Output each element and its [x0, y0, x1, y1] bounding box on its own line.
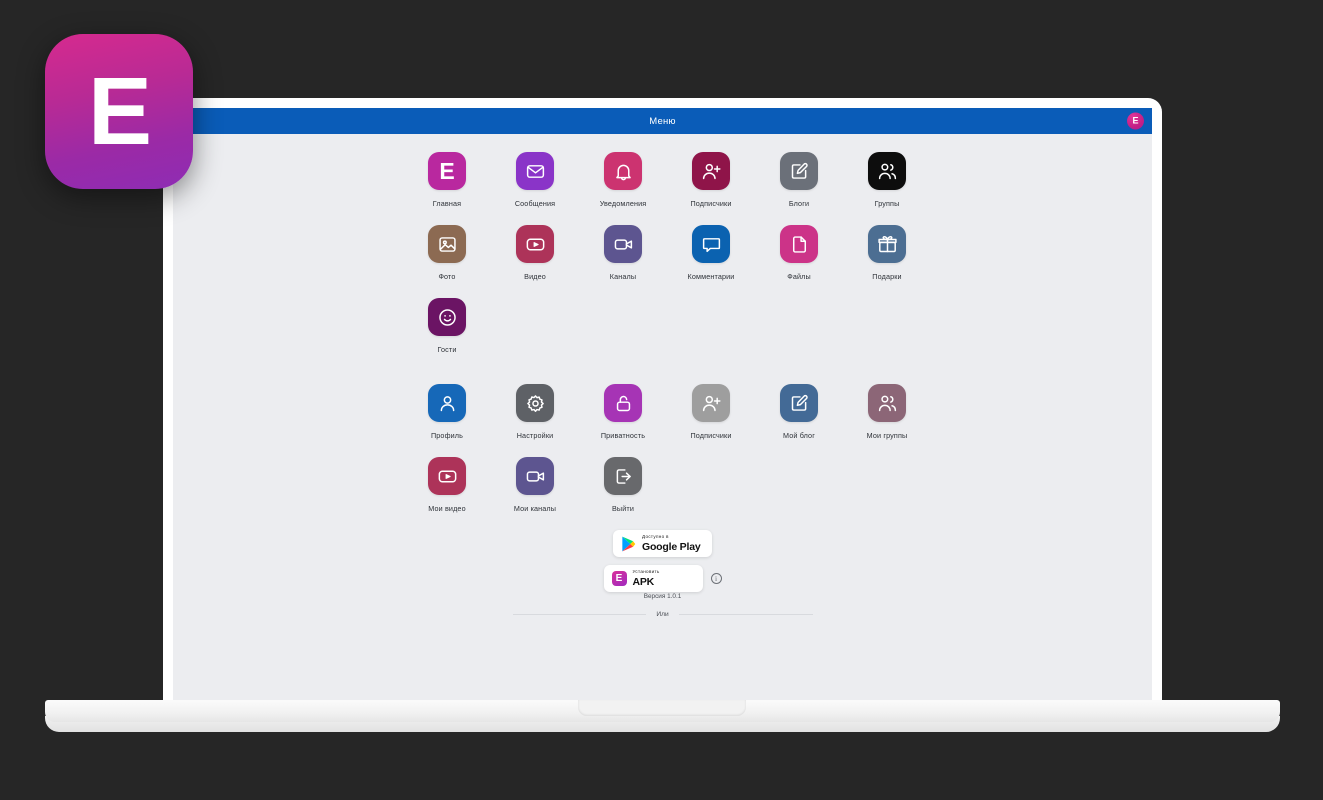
- menu-tile-label: Блоги: [788, 199, 810, 208]
- store-area: Доступно в Google Play E Установить APK: [173, 530, 1152, 618]
- google-play-title: Google Play: [642, 540, 701, 553]
- laptop-screen-frame: Меню E E Главная Сообщения Уведомления Подпи…: [163, 98, 1162, 700]
- menu-tile-label: Уведомления: [599, 199, 647, 208]
- menu-tile-label: Мои каналы: [513, 504, 557, 513]
- apk-download-button[interactable]: E Установить APK: [603, 565, 703, 592]
- image-icon: [428, 225, 466, 263]
- menu-tile[interactable]: E Главная: [403, 152, 491, 208]
- screenshot-stage: Меню E E Главная Сообщения Уведомления Подпи…: [0, 0, 1323, 800]
- menu-tile-label: Сообщения: [514, 199, 556, 208]
- laptop-trackpad-notch: [578, 700, 746, 716]
- menu-tile[interactable]: Гости: [403, 298, 491, 354]
- user-icon: [428, 384, 466, 422]
- menu-tile-label: Гости: [437, 345, 457, 354]
- gear-icon: [516, 384, 554, 422]
- menu-row: Гости: [173, 298, 1152, 354]
- menu-tile-label: Комментарии: [687, 272, 735, 281]
- logo-e-icon: E: [428, 152, 466, 190]
- users-icon: [868, 384, 906, 422]
- users-icon: [868, 152, 906, 190]
- menu-tile-label: Мои видео: [428, 504, 466, 513]
- menu-tile[interactable]: Подарки: [843, 225, 931, 281]
- page-title: Меню: [649, 115, 676, 127]
- edit-square-icon: [780, 384, 818, 422]
- menu-tile-label: Главная: [432, 199, 462, 208]
- chat-bubble-icon: [692, 225, 730, 263]
- menu-tile[interactable]: Группы: [843, 152, 931, 208]
- app-logo-letter: E: [87, 57, 152, 165]
- menu-tile[interactable]: Настройки: [491, 384, 579, 440]
- user-plus-icon: [692, 384, 730, 422]
- envelope-icon: [516, 152, 554, 190]
- menu-tile-label: Видео: [524, 272, 546, 281]
- app-viewport: Меню E E Главная Сообщения Уведомления Подпи…: [173, 108, 1152, 700]
- menu-tile[interactable]: Комментарии: [667, 225, 755, 281]
- menu-tile[interactable]: Уведомления: [579, 152, 667, 208]
- menu-tile-label: Подписчики: [690, 199, 732, 208]
- menu-grid-personal: Профиль Настройки Приватность Подписчики Мой…: [173, 384, 1152, 513]
- menu-tile[interactable]: Мои каналы: [491, 457, 579, 513]
- avatar[interactable]: E: [1127, 112, 1144, 130]
- menu-tile-label: Фото: [438, 272, 456, 281]
- bell-icon: [604, 152, 642, 190]
- menu-tile[interactable]: Мои видео: [403, 457, 491, 513]
- apk-row: E Установить APK i: [603, 565, 722, 592]
- video-play-icon: [516, 225, 554, 263]
- gift-icon: [868, 225, 906, 263]
- menu-tile-label: Приватность: [600, 431, 646, 440]
- menu-tile[interactable]: Видео: [491, 225, 579, 281]
- apk-subtitle: Установить: [632, 568, 660, 574]
- menu-tile[interactable]: Файлы: [755, 225, 843, 281]
- menu-tile-label: Файлы: [787, 272, 811, 281]
- camcorder-icon: [516, 457, 554, 495]
- menu-row: E Главная Сообщения Уведомления Подписчики Бл…: [173, 152, 1152, 208]
- menu-content: E Главная Сообщения Уведомления Подписчики Бл…: [173, 134, 1152, 700]
- apk-logo-icon: E: [611, 571, 627, 586]
- menu-tile-label: Группы: [874, 199, 900, 208]
- menu-row: Мои видео Мои каналы Выйти: [173, 457, 1152, 513]
- edit-square-icon: [780, 152, 818, 190]
- camcorder-icon: [604, 225, 642, 263]
- divider-line-left: [512, 614, 647, 615]
- menu-tile[interactable]: Сообщения: [491, 152, 579, 208]
- menu-tile[interactable]: Фото: [403, 225, 491, 281]
- info-icon[interactable]: i: [710, 573, 722, 584]
- menu-tile[interactable]: Каналы: [579, 225, 667, 281]
- or-divider: Или: [512, 611, 813, 618]
- menu-tile[interactable]: Подписчики: [667, 152, 755, 208]
- menu-tile[interactable]: Мои группы: [843, 384, 931, 440]
- menu-tile-label: Подписчики: [690, 431, 732, 440]
- menu-tile[interactable]: Мой блог: [755, 384, 843, 440]
- menu-tile-label: Выйти: [611, 504, 635, 513]
- smiley-icon: [428, 298, 466, 336]
- menu-tile[interactable]: Выйти: [579, 457, 667, 513]
- file-icon: [780, 225, 818, 263]
- menu-tile-label: Мой блог: [783, 431, 815, 440]
- menu-tile[interactable]: Приватность: [579, 384, 667, 440]
- video-play-icon: [428, 457, 466, 495]
- divider-label: Или: [656, 611, 669, 618]
- user-plus-icon: [692, 152, 730, 190]
- version-label: Версия 1.0.1: [643, 593, 682, 600]
- menu-tile[interactable]: Профиль: [403, 384, 491, 440]
- logout-icon: [604, 457, 642, 495]
- app-logo: E: [45, 34, 193, 189]
- menu-tile[interactable]: Блоги: [755, 152, 843, 208]
- menu-tile[interactable]: Подписчики: [667, 384, 755, 440]
- menu-grid-main: E Главная Сообщения Уведомления Подписчики Бл…: [173, 152, 1152, 354]
- google-play-icon: [621, 536, 636, 552]
- menu-tile-label: Подарки: [872, 272, 902, 281]
- menu-tile-label: Каналы: [609, 272, 637, 281]
- apk-title: APK: [632, 575, 655, 588]
- menu-tile-label: Настройки: [516, 431, 554, 440]
- menu-row: Фото Видео Каналы Комментарии Файлы Подарки: [173, 225, 1152, 281]
- google-play-subtitle: Доступно в: [642, 533, 669, 539]
- google-play-button[interactable]: Доступно в Google Play: [613, 530, 712, 557]
- unlock-icon: [604, 384, 642, 422]
- menu-tile-label: Мои группы: [866, 431, 908, 440]
- menu-tile-label: Профиль: [430, 431, 464, 440]
- divider-line-right: [678, 614, 813, 615]
- menu-row: Профиль Настройки Приватность Подписчики Мой…: [173, 384, 1152, 440]
- app-topbar: Меню E: [173, 108, 1152, 134]
